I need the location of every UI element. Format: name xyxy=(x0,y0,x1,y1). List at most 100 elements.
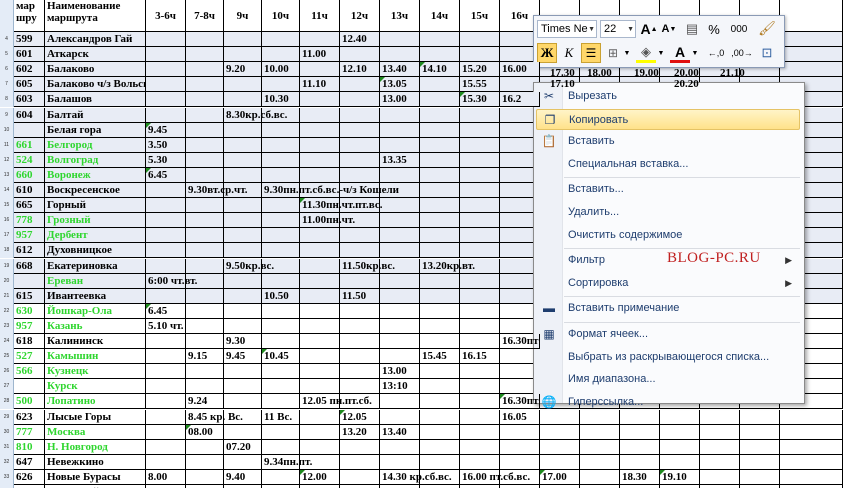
time-cell[interactable] xyxy=(224,167,262,183)
time-cell[interactable] xyxy=(700,424,740,440)
time-cell[interactable]: 19.10 xyxy=(660,469,700,485)
time-cell[interactable] xyxy=(262,47,300,63)
route-number-cell[interactable]: 610 xyxy=(14,183,45,199)
time-cell[interactable] xyxy=(380,137,420,153)
menu-item-8[interactable]: Сортировка ▶ xyxy=(536,273,800,294)
time-cell[interactable] xyxy=(420,379,460,395)
header-empty[interactable] xyxy=(780,0,843,32)
time-cell[interactable] xyxy=(460,303,500,319)
time-cell[interactable]: 16.15 xyxy=(460,349,500,365)
route-name-cell[interactable]: Новые Бурасы xyxy=(45,469,146,485)
route-name-cell[interactable]: Калининск xyxy=(45,334,146,350)
route-number-cell[interactable]: 527 xyxy=(14,349,45,365)
time-cell[interactable] xyxy=(262,243,300,259)
menu-item-13[interactable]: 🌐 Гиперссылка... xyxy=(536,392,800,413)
time-cell[interactable] xyxy=(340,77,380,93)
time-cell[interactable] xyxy=(262,424,300,440)
time-cell[interactable]: 5.30 xyxy=(146,152,186,168)
time-cell[interactable] xyxy=(420,107,460,123)
time-cell[interactable] xyxy=(186,469,224,485)
row-header[interactable]: 24 xyxy=(0,334,14,350)
time-cell[interactable] xyxy=(300,258,340,274)
time-cell[interactable] xyxy=(146,424,186,440)
header-time-8[interactable]: 15ч xyxy=(460,0,500,32)
time-cell[interactable]: 14.30 кр.сб.вс. xyxy=(380,469,452,485)
time-cell[interactable] xyxy=(224,424,262,440)
time-cell[interactable] xyxy=(146,409,186,425)
row-header[interactable]: 7 xyxy=(0,77,14,93)
row-header[interactable]: 8 xyxy=(0,92,14,108)
time-cell[interactable] xyxy=(146,228,186,244)
time-cell[interactable] xyxy=(146,213,186,229)
time-cell[interactable] xyxy=(460,198,500,214)
time-cell[interactable] xyxy=(460,439,500,455)
time-cell[interactable] xyxy=(224,32,262,48)
time-cell[interactable]: 11.10 xyxy=(300,77,340,93)
chevron-down-icon[interactable]: ▼ xyxy=(690,43,700,63)
time-cell[interactable] xyxy=(300,273,340,289)
header-time-6[interactable]: 13ч xyxy=(380,0,420,32)
route-number-cell[interactable]: 665 xyxy=(14,198,45,214)
time-cell[interactable] xyxy=(540,424,580,440)
route-name-cell[interactable]: Горный xyxy=(45,198,146,214)
time-cell[interactable] xyxy=(380,228,420,244)
time-cell[interactable] xyxy=(186,77,224,93)
time-cell[interactable] xyxy=(146,107,186,123)
time-cell[interactable] xyxy=(146,439,186,455)
route-name-cell[interactable]: Балтай xyxy=(45,107,146,123)
time-cell[interactable] xyxy=(460,213,500,229)
time-cell[interactable] xyxy=(740,469,780,485)
time-cell[interactable] xyxy=(224,47,262,63)
route-number-cell[interactable] xyxy=(14,379,45,395)
route-name-cell[interactable]: Лопатино xyxy=(45,394,146,410)
time-cell[interactable] xyxy=(780,47,843,63)
time-cell[interactable] xyxy=(460,167,500,183)
increase-decimal-icon[interactable]: ←,0 xyxy=(704,43,728,63)
time-cell[interactable] xyxy=(186,213,224,229)
time-cell[interactable] xyxy=(262,213,300,229)
time-cell[interactable] xyxy=(262,152,300,168)
route-name-cell[interactable]: Аткарск xyxy=(45,47,146,63)
time-cell[interactable]: 10.00 xyxy=(262,62,300,78)
time-cell[interactable] xyxy=(460,243,500,259)
header-time-0[interactable]: 3-6ч xyxy=(146,0,186,32)
time-cell[interactable]: 16.2 xyxy=(500,92,540,108)
time-cell[interactable] xyxy=(300,409,340,425)
time-cell[interactable] xyxy=(380,107,420,123)
route-name-cell[interactable]: Камышин xyxy=(45,349,146,365)
time-cell[interactable] xyxy=(186,62,224,78)
bold-button[interactable]: Ж xyxy=(537,43,557,63)
time-cell[interactable] xyxy=(460,47,500,63)
time-cell[interactable] xyxy=(224,77,262,93)
time-cell[interactable] xyxy=(146,349,186,365)
time-cell[interactable] xyxy=(420,364,460,380)
time-cell[interactable] xyxy=(780,439,843,455)
time-cell[interactable] xyxy=(224,213,262,229)
time-cell[interactable] xyxy=(420,228,460,244)
time-cell[interactable]: 11.30пн.чт.пт.вс. xyxy=(300,198,382,214)
time-cell[interactable]: 12.10 xyxy=(340,62,380,78)
time-cell[interactable] xyxy=(420,303,460,319)
time-cell[interactable] xyxy=(224,122,262,138)
time-cell[interactable] xyxy=(300,349,340,365)
row-header[interactable]: 19 xyxy=(0,258,14,274)
menu-item-6[interactable]: Очистить содержимое xyxy=(536,225,800,246)
time-cell[interactable] xyxy=(300,167,340,183)
row-header[interactable]: 10 xyxy=(0,122,14,138)
menu-item-11[interactable]: Выбрать из раскрывающегося списка... xyxy=(536,347,800,368)
route-name-cell[interactable]: Йошкар-Ола xyxy=(45,303,146,319)
row-header[interactable]: 32 xyxy=(0,454,14,470)
chevron-down-icon[interactable]: ▼ xyxy=(656,43,666,63)
time-cell[interactable] xyxy=(420,213,460,229)
time-cell[interactable] xyxy=(780,469,843,485)
time-cell[interactable] xyxy=(340,137,380,153)
time-cell[interactable] xyxy=(186,32,224,48)
time-cell[interactable] xyxy=(460,288,500,304)
time-cell[interactable] xyxy=(262,364,300,380)
time-cell[interactable]: 6.45 xyxy=(146,167,186,183)
time-cell[interactable] xyxy=(262,303,300,319)
time-cell[interactable] xyxy=(740,439,780,455)
time-cell[interactable] xyxy=(540,439,580,455)
time-cell[interactable] xyxy=(420,334,460,350)
route-name-cell[interactable]: Казань xyxy=(45,318,146,334)
